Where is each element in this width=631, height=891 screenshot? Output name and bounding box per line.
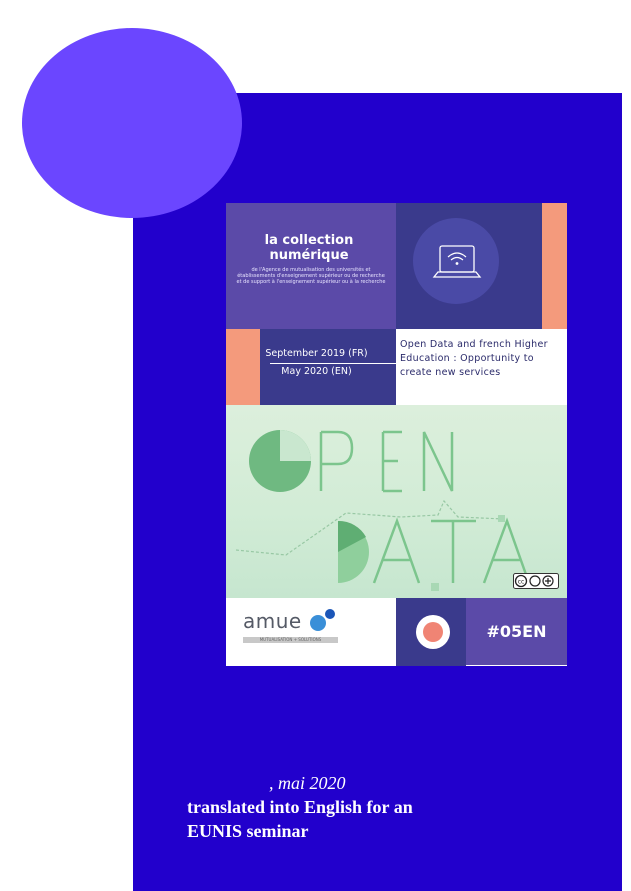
dot-block: [396, 598, 466, 666]
coral-strip-top: [542, 203, 567, 329]
cover-headline: Open Data and french Higher Education : …: [400, 339, 548, 378]
caption-description: translated into English for an EUNIS sem…: [187, 797, 413, 841]
logo-tagline: MUTUALISATION + SOLUTIONS: [259, 637, 322, 642]
amue-logo-mark: [310, 609, 335, 631]
caption: , mai 2020 translated into English for a…: [187, 771, 567, 843]
date-divider: [270, 363, 397, 364]
amue-logo: amue: [243, 609, 302, 633]
issue-tag: #05EN: [486, 622, 547, 641]
svg-text:cc: cc: [518, 579, 525, 586]
date-en: May 2020 (EN): [281, 366, 352, 377]
open-data-artwork: cc: [226, 405, 567, 598]
issue-tag-block: #05EN: [466, 598, 567, 665]
collection-block: [226, 203, 396, 329]
caption-date: , mai 2020: [269, 773, 346, 793]
document-cover[interactable]: la collection numérique de l'Agence de m…: [226, 203, 567, 666]
collection-title: la collection numérique: [264, 233, 354, 263]
decorative-circle: [22, 28, 242, 218]
date-fr: September 2019 (FR): [265, 348, 368, 359]
laptop-wifi-icon: [413, 218, 499, 304]
record-dot-icon: [416, 615, 450, 649]
creative-commons-icon: cc: [513, 573, 559, 589]
laptop-block: [396, 203, 542, 329]
logo-block: amue MUTUALISATION + SOLUTIONS: [226, 598, 396, 666]
collection-subtitle: de l'Agence de mutualisation des univers…: [236, 267, 386, 285]
